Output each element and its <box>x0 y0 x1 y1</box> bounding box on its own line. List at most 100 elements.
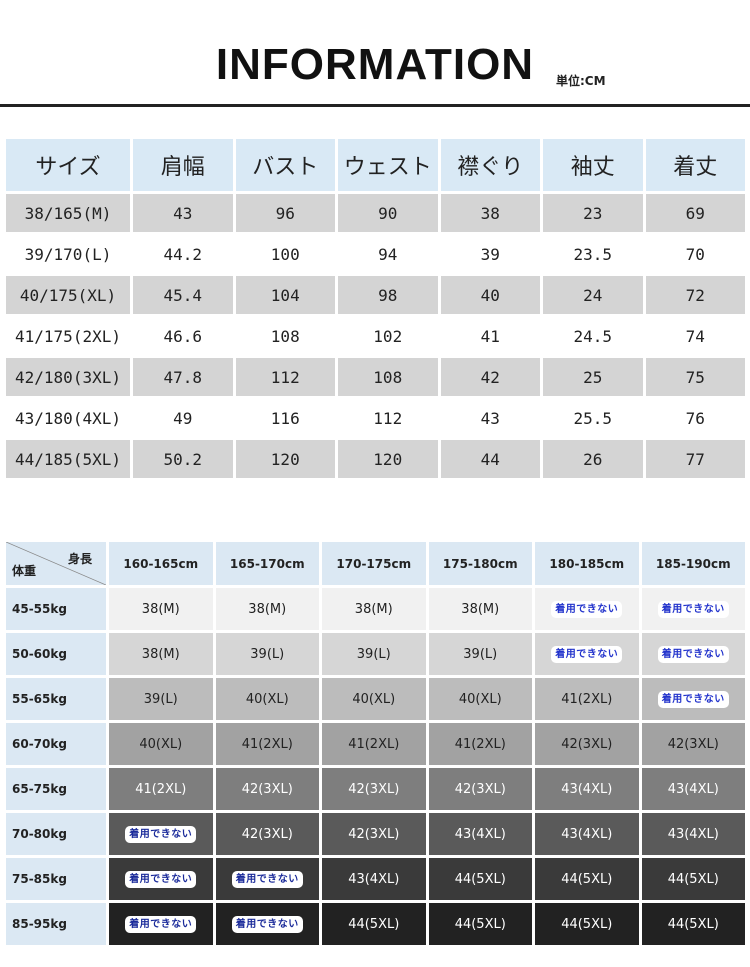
fit-cell: 43(4XL) <box>428 813 532 855</box>
fit-cell: 40(XL) <box>215 678 319 720</box>
table-row: 70-80kg 着用できない 42(3XL) 42(3XL) 43(4XL) 43(4XL… <box>6 813 745 855</box>
fit-cell: 41(2XL) <box>428 723 532 765</box>
measure-cell: 41 <box>440 317 540 355</box>
measure-cell: 75 <box>645 358 745 396</box>
fit-cell: 着用できない <box>109 903 213 945</box>
size-table-header-row: サイズ 肩幅 バスト ウェスト 襟ぐり 袖丈 着丈 <box>6 139 745 191</box>
fit-cell: 38(M) <box>109 588 213 630</box>
measure-cell: 45.4 <box>133 276 233 314</box>
fit-cell: 38(M) <box>109 633 213 675</box>
not-available-badge: 着用できない <box>551 645 623 663</box>
table-row: 40/175(XL) 45.4 104 98 40 24 72 <box>6 276 745 314</box>
measure-cell: 47.8 <box>133 358 233 396</box>
height-header: 170-175cm <box>322 542 426 585</box>
measure-cell: 46.6 <box>133 317 233 355</box>
measure-cell: 116 <box>235 399 335 437</box>
fit-cell: 着用できない <box>535 588 639 630</box>
size-table: サイズ 肩幅 バスト ウェスト 襟ぐり 袖丈 着丈 38/165(M) 43 96 9… <box>3 136 748 481</box>
fit-cell: 43(4XL) <box>535 768 639 810</box>
measure-cell: 24 <box>543 276 643 314</box>
measure-cell: 38 <box>440 194 540 232</box>
fit-cell: 38(M) <box>215 588 319 630</box>
fit-cell: 41(2XL) <box>215 723 319 765</box>
table-row: 43/180(4XL) 49 116 112 43 25.5 76 <box>6 399 745 437</box>
measure-cell: 90 <box>338 194 438 232</box>
size-cell: 44/185(5XL) <box>6 440 130 478</box>
table-row: 60-70kg 40(XL) 41(2XL) 41(2XL) 41(2XL) 42(3XL… <box>6 723 745 765</box>
measure-cell: 23.5 <box>543 235 643 273</box>
measure-cell: 25 <box>543 358 643 396</box>
fit-cell: 44(5XL) <box>535 858 639 900</box>
fit-cell: 44(5XL) <box>428 903 532 945</box>
measure-cell: 44 <box>440 440 540 478</box>
unit-label: 単位:CM <box>556 74 606 88</box>
fit-chart-table: 身長 体重 160-165cm 165-170cm 170-175cm 175-… <box>3 539 748 948</box>
fit-cell: 43(4XL) <box>641 813 745 855</box>
size-cell: 39/170(L) <box>6 235 130 273</box>
measure-cell: 43 <box>133 194 233 232</box>
measure-cell: 25.5 <box>543 399 643 437</box>
page-title: INFORMATION <box>215 40 535 89</box>
measure-cell: 23 <box>543 194 643 232</box>
table-row: 65-75kg 41(2XL) 42(3XL) 42(3XL) 42(3XL) 43(4X… <box>6 768 745 810</box>
measure-cell: 76 <box>645 399 745 437</box>
measure-cell: 120 <box>235 440 335 478</box>
size-cell: 43/180(4XL) <box>6 399 130 437</box>
weight-header: 85-95kg <box>6 903 106 945</box>
fit-cell: 42(3XL) <box>428 768 532 810</box>
col-header-neck: 襟ぐり <box>440 139 540 191</box>
measure-cell: 120 <box>338 440 438 478</box>
measure-cell: 98 <box>338 276 438 314</box>
height-header: 160-165cm <box>109 542 213 585</box>
weight-header: 60-70kg <box>6 723 106 765</box>
weight-axis-label: 体重 <box>12 564 37 578</box>
corner-header: 身長 体重 <box>6 542 106 585</box>
fit-cell: 41(2XL) <box>109 768 213 810</box>
fit-cell: 42(3XL) <box>322 768 426 810</box>
measure-cell: 112 <box>235 358 335 396</box>
fit-cell: 着用できない <box>641 678 745 720</box>
fit-cell: 着用できない <box>535 633 639 675</box>
measure-cell: 50.2 <box>133 440 233 478</box>
size-cell: 40/175(XL) <box>6 276 130 314</box>
col-header-waist: ウェスト <box>338 139 438 191</box>
size-cell: 41/175(2XL) <box>6 317 130 355</box>
fit-cell: 42(3XL) <box>215 813 319 855</box>
not-available-badge: 着用できない <box>657 600 729 618</box>
table-row: 55-65kg 39(L) 40(XL) 40(XL) 40(XL) 41(2XL) 着用で… <box>6 678 745 720</box>
fit-cell: 着用できない <box>215 903 319 945</box>
measure-cell: 102 <box>338 317 438 355</box>
table-row: 75-85kg 着用できない 着用できない 43(4XL) 44(5XL) 44(5XL)… <box>6 858 745 900</box>
col-header-bust: バスト <box>235 139 335 191</box>
height-header: 185-190cm <box>641 542 745 585</box>
height-axis-label: 身長 <box>67 552 92 566</box>
weight-header: 65-75kg <box>6 768 106 810</box>
fit-cell: 41(2XL) <box>535 678 639 720</box>
weight-header: 55-65kg <box>6 678 106 720</box>
height-header: 165-170cm <box>215 542 319 585</box>
not-available-badge: 着用できない <box>125 870 197 888</box>
fit-cell: 着用できない <box>641 588 745 630</box>
table-row: 41/175(2XL) 46.6 108 102 41 24.5 74 <box>6 317 745 355</box>
col-header-shoulder: 肩幅 <box>133 139 233 191</box>
fit-cell: 40(XL) <box>322 678 426 720</box>
not-available-badge: 着用できない <box>231 870 303 888</box>
fit-cell: 40(XL) <box>109 723 213 765</box>
weight-header: 50-60kg <box>6 633 106 675</box>
fit-cell: 44(5XL) <box>322 903 426 945</box>
fit-cell: 39(L) <box>215 633 319 675</box>
not-available-badge: 着用できない <box>231 915 303 933</box>
col-header-sleeve: 袖丈 <box>543 139 643 191</box>
fit-cell: 42(3XL) <box>641 723 745 765</box>
measure-cell: 43 <box>440 399 540 437</box>
height-header: 175-180cm <box>428 542 532 585</box>
measure-cell: 77 <box>645 440 745 478</box>
fit-cell: 42(3XL) <box>535 723 639 765</box>
measure-cell: 96 <box>235 194 335 232</box>
table-row: 39/170(L) 44.2 100 94 39 23.5 70 <box>6 235 745 273</box>
fit-cell: 43(4XL) <box>535 813 639 855</box>
fit-cell: 44(5XL) <box>535 903 639 945</box>
table-row: 85-95kg 着用できない 着用できない 44(5XL) 44(5XL) 44(5XL)… <box>6 903 745 945</box>
fit-cell: 40(XL) <box>428 678 532 720</box>
measure-cell: 104 <box>235 276 335 314</box>
